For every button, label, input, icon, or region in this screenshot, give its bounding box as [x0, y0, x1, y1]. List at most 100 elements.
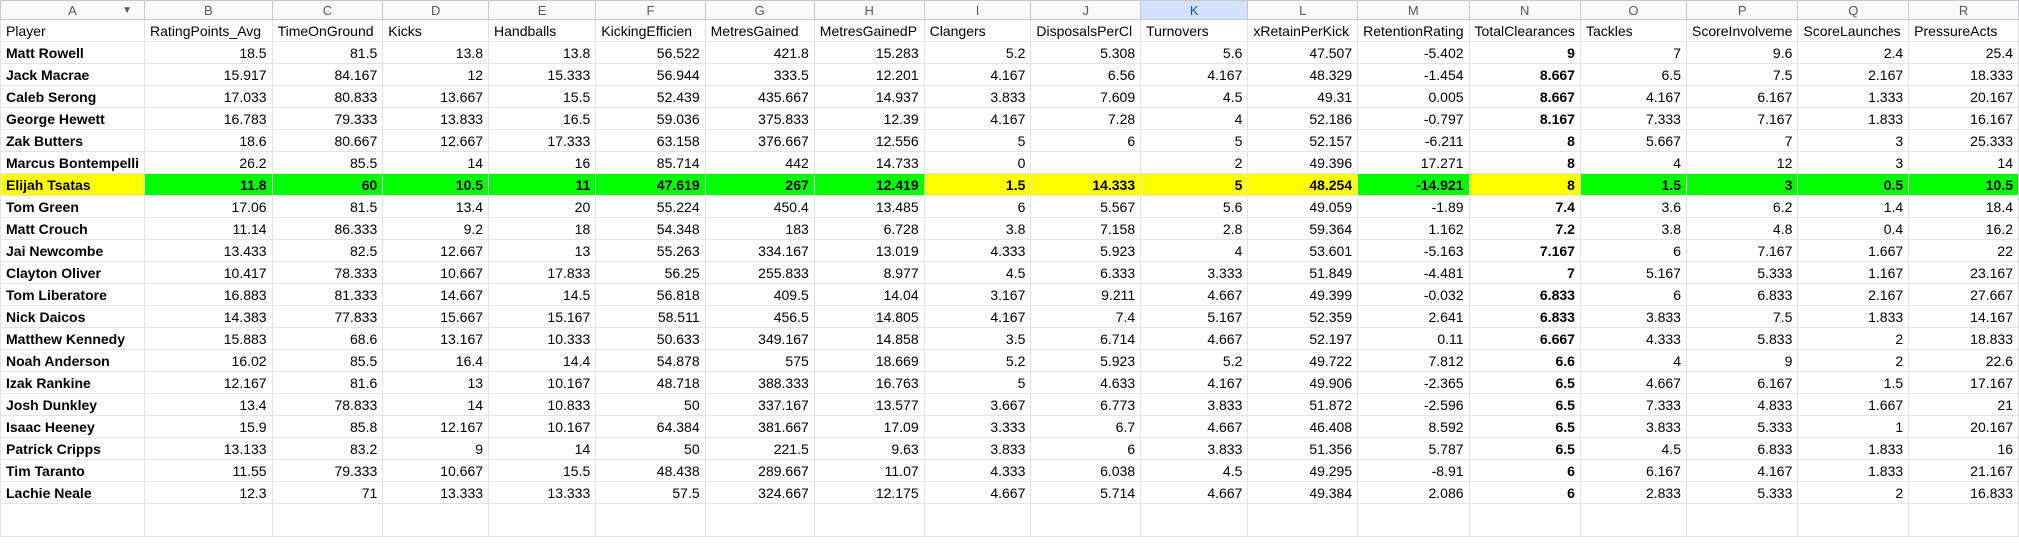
cell[interactable]: 6: [1579, 283, 1687, 306]
cell[interactable]: 13.577: [813, 393, 925, 416]
cell[interactable]: 18.833: [1908, 327, 2019, 350]
cell[interactable]: 14: [1908, 151, 2019, 174]
column-header-n[interactable]: N: [1468, 0, 1581, 20]
cell[interactable]: 79.333: [271, 459, 384, 482]
cell[interactable]: -5.163: [1357, 239, 1470, 262]
cell[interactable]: 5.167: [1140, 305, 1249, 328]
column-header-f[interactable]: F: [595, 0, 706, 20]
cell[interactable]: 48.718: [595, 371, 706, 394]
cell[interactable]: 15.283: [813, 41, 925, 64]
cell[interactable]: 52.197: [1247, 327, 1359, 350]
cell[interactable]: 6.833: [1685, 437, 1799, 460]
empty-cell[interactable]: [144, 503, 273, 537]
cell[interactable]: 6.728: [813, 217, 925, 240]
cell[interactable]: 12.167: [144, 371, 273, 394]
cell[interactable]: 7: [1468, 261, 1581, 284]
cell[interactable]: 3.667: [923, 393, 1032, 416]
cell[interactable]: 59.036: [595, 107, 706, 130]
cell[interactable]: 421.8: [704, 41, 815, 64]
cell[interactable]: 575: [704, 349, 815, 372]
cell[interactable]: 4.333: [923, 459, 1032, 482]
cell[interactable]: 12: [1685, 151, 1799, 174]
empty-cell[interactable]: [1908, 503, 2019, 537]
cell[interactable]: 85.5: [271, 151, 384, 174]
cell[interactable]: 23.167: [1908, 261, 2019, 284]
cell[interactable]: 83.2: [271, 437, 384, 460]
cell[interactable]: 4.8: [1685, 217, 1799, 240]
cell[interactable]: 51.872: [1247, 393, 1359, 416]
cell[interactable]: 22: [1908, 239, 2019, 262]
cell[interactable]: 20: [488, 195, 597, 218]
cell[interactable]: 3.8: [1579, 217, 1687, 240]
cell[interactable]: 6: [1030, 437, 1142, 460]
cell[interactable]: 7.4: [1468, 195, 1581, 218]
cell[interactable]: 86.333: [271, 217, 384, 240]
cell[interactable]: 6.5: [1579, 63, 1687, 86]
cell[interactable]: 85.714: [595, 151, 706, 174]
cell[interactable]: 6.667: [1468, 327, 1581, 350]
cell[interactable]: 10.5: [382, 173, 490, 196]
cell[interactable]: 2: [1797, 481, 1910, 504]
cell[interactable]: 6.833: [1468, 305, 1581, 328]
cell[interactable]: 267: [704, 173, 815, 196]
cell[interactable]: 14: [488, 437, 597, 460]
cell[interactable]: 56.25: [595, 261, 706, 284]
cell[interactable]: 14.805: [813, 305, 925, 328]
cell[interactable]: 13.833: [382, 107, 490, 130]
cell[interactable]: -8.91: [1357, 459, 1470, 482]
cell[interactable]: 12.175: [813, 481, 925, 504]
header-cell[interactable]: ScoreLaunches: [1797, 19, 1910, 42]
cell[interactable]: -1.454: [1357, 63, 1470, 86]
cell[interactable]: 46.408: [1247, 415, 1359, 438]
column-header-r[interactable]: R: [1908, 0, 2019, 20]
cell[interactable]: 8: [1468, 129, 1581, 152]
cell[interactable]: 6: [1579, 239, 1687, 262]
cell[interactable]: 63.158: [595, 129, 706, 152]
cell[interactable]: 8: [1468, 151, 1581, 174]
cell[interactable]: 6: [1468, 459, 1581, 482]
cell[interactable]: 3.833: [923, 437, 1032, 460]
cell[interactable]: 6.167: [1685, 371, 1799, 394]
column-header-m[interactable]: M: [1357, 0, 1470, 20]
cell[interactable]: 49.399: [1247, 283, 1359, 306]
cell[interactable]: 18.4: [1908, 195, 2019, 218]
cell[interactable]: -0.797: [1357, 107, 1470, 130]
empty-cell[interactable]: [923, 503, 1032, 537]
cell[interactable]: 13: [382, 371, 490, 394]
cell[interactable]: 7.158: [1030, 217, 1142, 240]
cell[interactable]: 4.5: [1140, 85, 1249, 108]
cell[interactable]: 20.167: [1908, 415, 2019, 438]
cell[interactable]: 13.333: [382, 481, 490, 504]
cell[interactable]: 5.167: [1579, 261, 1687, 284]
cell[interactable]: 5.333: [1685, 481, 1799, 504]
cell[interactable]: 7.609: [1030, 85, 1142, 108]
empty-cell[interactable]: [1247, 503, 1359, 537]
cell[interactable]: 13.333: [488, 481, 597, 504]
cell[interactable]: 15.883: [144, 327, 273, 350]
cell[interactable]: 2: [1797, 349, 1910, 372]
cell[interactable]: 4.667: [1140, 481, 1249, 504]
cell[interactable]: -2.365: [1357, 371, 1470, 394]
cell[interactable]: 13.667: [382, 85, 490, 108]
cell[interactable]: 1.833: [1797, 305, 1910, 328]
cell[interactable]: 6.333: [1030, 261, 1142, 284]
header-cell[interactable]: Handballs: [488, 19, 597, 42]
cell[interactable]: 4.167: [923, 63, 1032, 86]
header-cell[interactable]: TimeOnGround: [271, 19, 384, 42]
cell[interactable]: 0.4: [1797, 217, 1910, 240]
cell[interactable]: 8.977: [813, 261, 925, 284]
cell[interactable]: -0.032: [1357, 283, 1470, 306]
cell[interactable]: 18.5: [144, 41, 273, 64]
header-cell[interactable]: ScoreInvolveme: [1685, 19, 1799, 42]
empty-cell[interactable]: [382, 503, 490, 537]
cell[interactable]: 7.28: [1030, 107, 1142, 130]
cell[interactable]: 59.364: [1247, 217, 1359, 240]
header-cell[interactable]: MetresGainedP: [813, 19, 925, 42]
cell[interactable]: 16.167: [1908, 107, 2019, 130]
cell[interactable]: 48.438: [595, 459, 706, 482]
cell[interactable]: 4.167: [1140, 63, 1249, 86]
cell[interactable]: 0: [923, 151, 1032, 174]
cell[interactable]: 52.359: [1247, 305, 1359, 328]
cell[interactable]: 53.601: [1247, 239, 1359, 262]
cell[interactable]: 16.883: [144, 283, 273, 306]
